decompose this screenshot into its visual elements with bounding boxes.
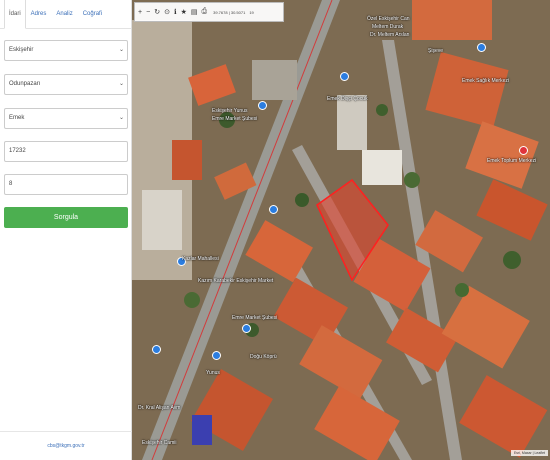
- block-number-input[interactable]: 17232: [4, 141, 128, 162]
- map-label: Doğu Köprü: [250, 354, 277, 360]
- map-label: Eskişehir Yunus: [212, 108, 248, 114]
- neighborhood-value: Emek: [9, 115, 25, 121]
- poi-pin[interactable]: [477, 43, 486, 52]
- poi-pin[interactable]: [212, 351, 221, 360]
- refresh-icon[interactable]: ↻: [154, 8, 160, 16]
- tab-cografi[interactable]: Coğrafi: [78, 0, 107, 29]
- poi-pin[interactable]: [269, 205, 278, 214]
- poi-pin[interactable]: [242, 324, 251, 333]
- map-label: Dr. Kral Alişan Avm: [138, 405, 181, 411]
- zoom-level: 19: [249, 9, 254, 15]
- poi-pin-red[interactable]: [519, 146, 528, 155]
- map-toolbar: + − ↻ ⊙ ℹ ★ ▤ ⎙ 39.7678 | 30.5071 19: [134, 2, 284, 22]
- map-label: Dr. Meltem Arslan: [370, 32, 410, 38]
- coordinate-readout: 39.7678 | 30.5071: [213, 9, 246, 15]
- layers-icon[interactable]: ▤: [191, 8, 198, 16]
- parcel-number-input[interactable]: 8: [4, 174, 128, 195]
- map-label: Meltem Durak: [372, 24, 404, 30]
- district-value: Odunpazarı: [9, 81, 41, 87]
- map-label: Emek Dişçi Çocuk: [327, 96, 368, 102]
- query-sidebar: İdari Adres Analiz Coğrafi Eskişehir ⌄ O…: [0, 0, 132, 460]
- tab-idari[interactable]: İdari: [4, 0, 26, 29]
- zoom-in-icon[interactable]: +: [138, 9, 142, 16]
- locate-icon[interactable]: ⊙: [164, 8, 170, 16]
- map-attribution: Esri, Maxar | Leaflet: [510, 450, 548, 456]
- chevron-down-icon: ⌄: [118, 115, 124, 121]
- zoom-out-icon[interactable]: −: [146, 9, 150, 16]
- sidebar-tabs: İdari Adres Analiz Coğrafi: [0, 0, 131, 29]
- map-label: Özel Eskişehir Can: [367, 16, 410, 22]
- poi-pin[interactable]: [340, 72, 349, 81]
- district-select[interactable]: Odunpazarı ⌄: [4, 74, 128, 95]
- province-select[interactable]: Eskişehir ⌄: [4, 40, 128, 61]
- map-label: Emek Toplum Merkezi: [487, 158, 537, 164]
- province-value: Eskişehir: [9, 47, 34, 53]
- map-label: Kazım Karabekir Eskişehir Market: [198, 278, 274, 284]
- map-imagery: [132, 0, 550, 460]
- print-icon[interactable]: ⎙: [202, 8, 208, 16]
- contact-link[interactable]: cbs@tkgm.gov.tr: [0, 431, 132, 460]
- tab-adres[interactable]: Adres: [26, 0, 52, 29]
- map-label: Şişeve: [428, 48, 444, 54]
- star-icon[interactable]: ★: [181, 8, 187, 16]
- map-label: Eskişehir Camii: [142, 440, 177, 446]
- query-button[interactable]: Sorgula: [4, 207, 128, 228]
- neighborhood-select[interactable]: Emek ⌄: [4, 108, 128, 129]
- tab-analiz[interactable]: Analiz: [51, 0, 77, 29]
- map-label: Emek Sağlık Merkezi: [462, 78, 509, 84]
- chevron-down-icon: ⌄: [118, 81, 124, 87]
- satellite-map[interactable]: Özel Eskişehir Can Meltem Durak Dr. Melt…: [132, 0, 550, 460]
- poi-pin[interactable]: [258, 101, 267, 110]
- chevron-down-icon: ⌄: [118, 47, 124, 53]
- map-label: Kazlar Mahallesi: [182, 256, 219, 262]
- map-label: Yunus: [206, 370, 220, 376]
- map-label: Emre Market Şubesi: [232, 315, 278, 321]
- poi-pin[interactable]: [152, 345, 161, 354]
- block-number-value: 17232: [9, 148, 26, 154]
- map-label: Emre Market Şubesi: [212, 116, 258, 122]
- info-icon[interactable]: ℹ: [174, 8, 177, 16]
- parcel-number-value: 8: [9, 181, 13, 187]
